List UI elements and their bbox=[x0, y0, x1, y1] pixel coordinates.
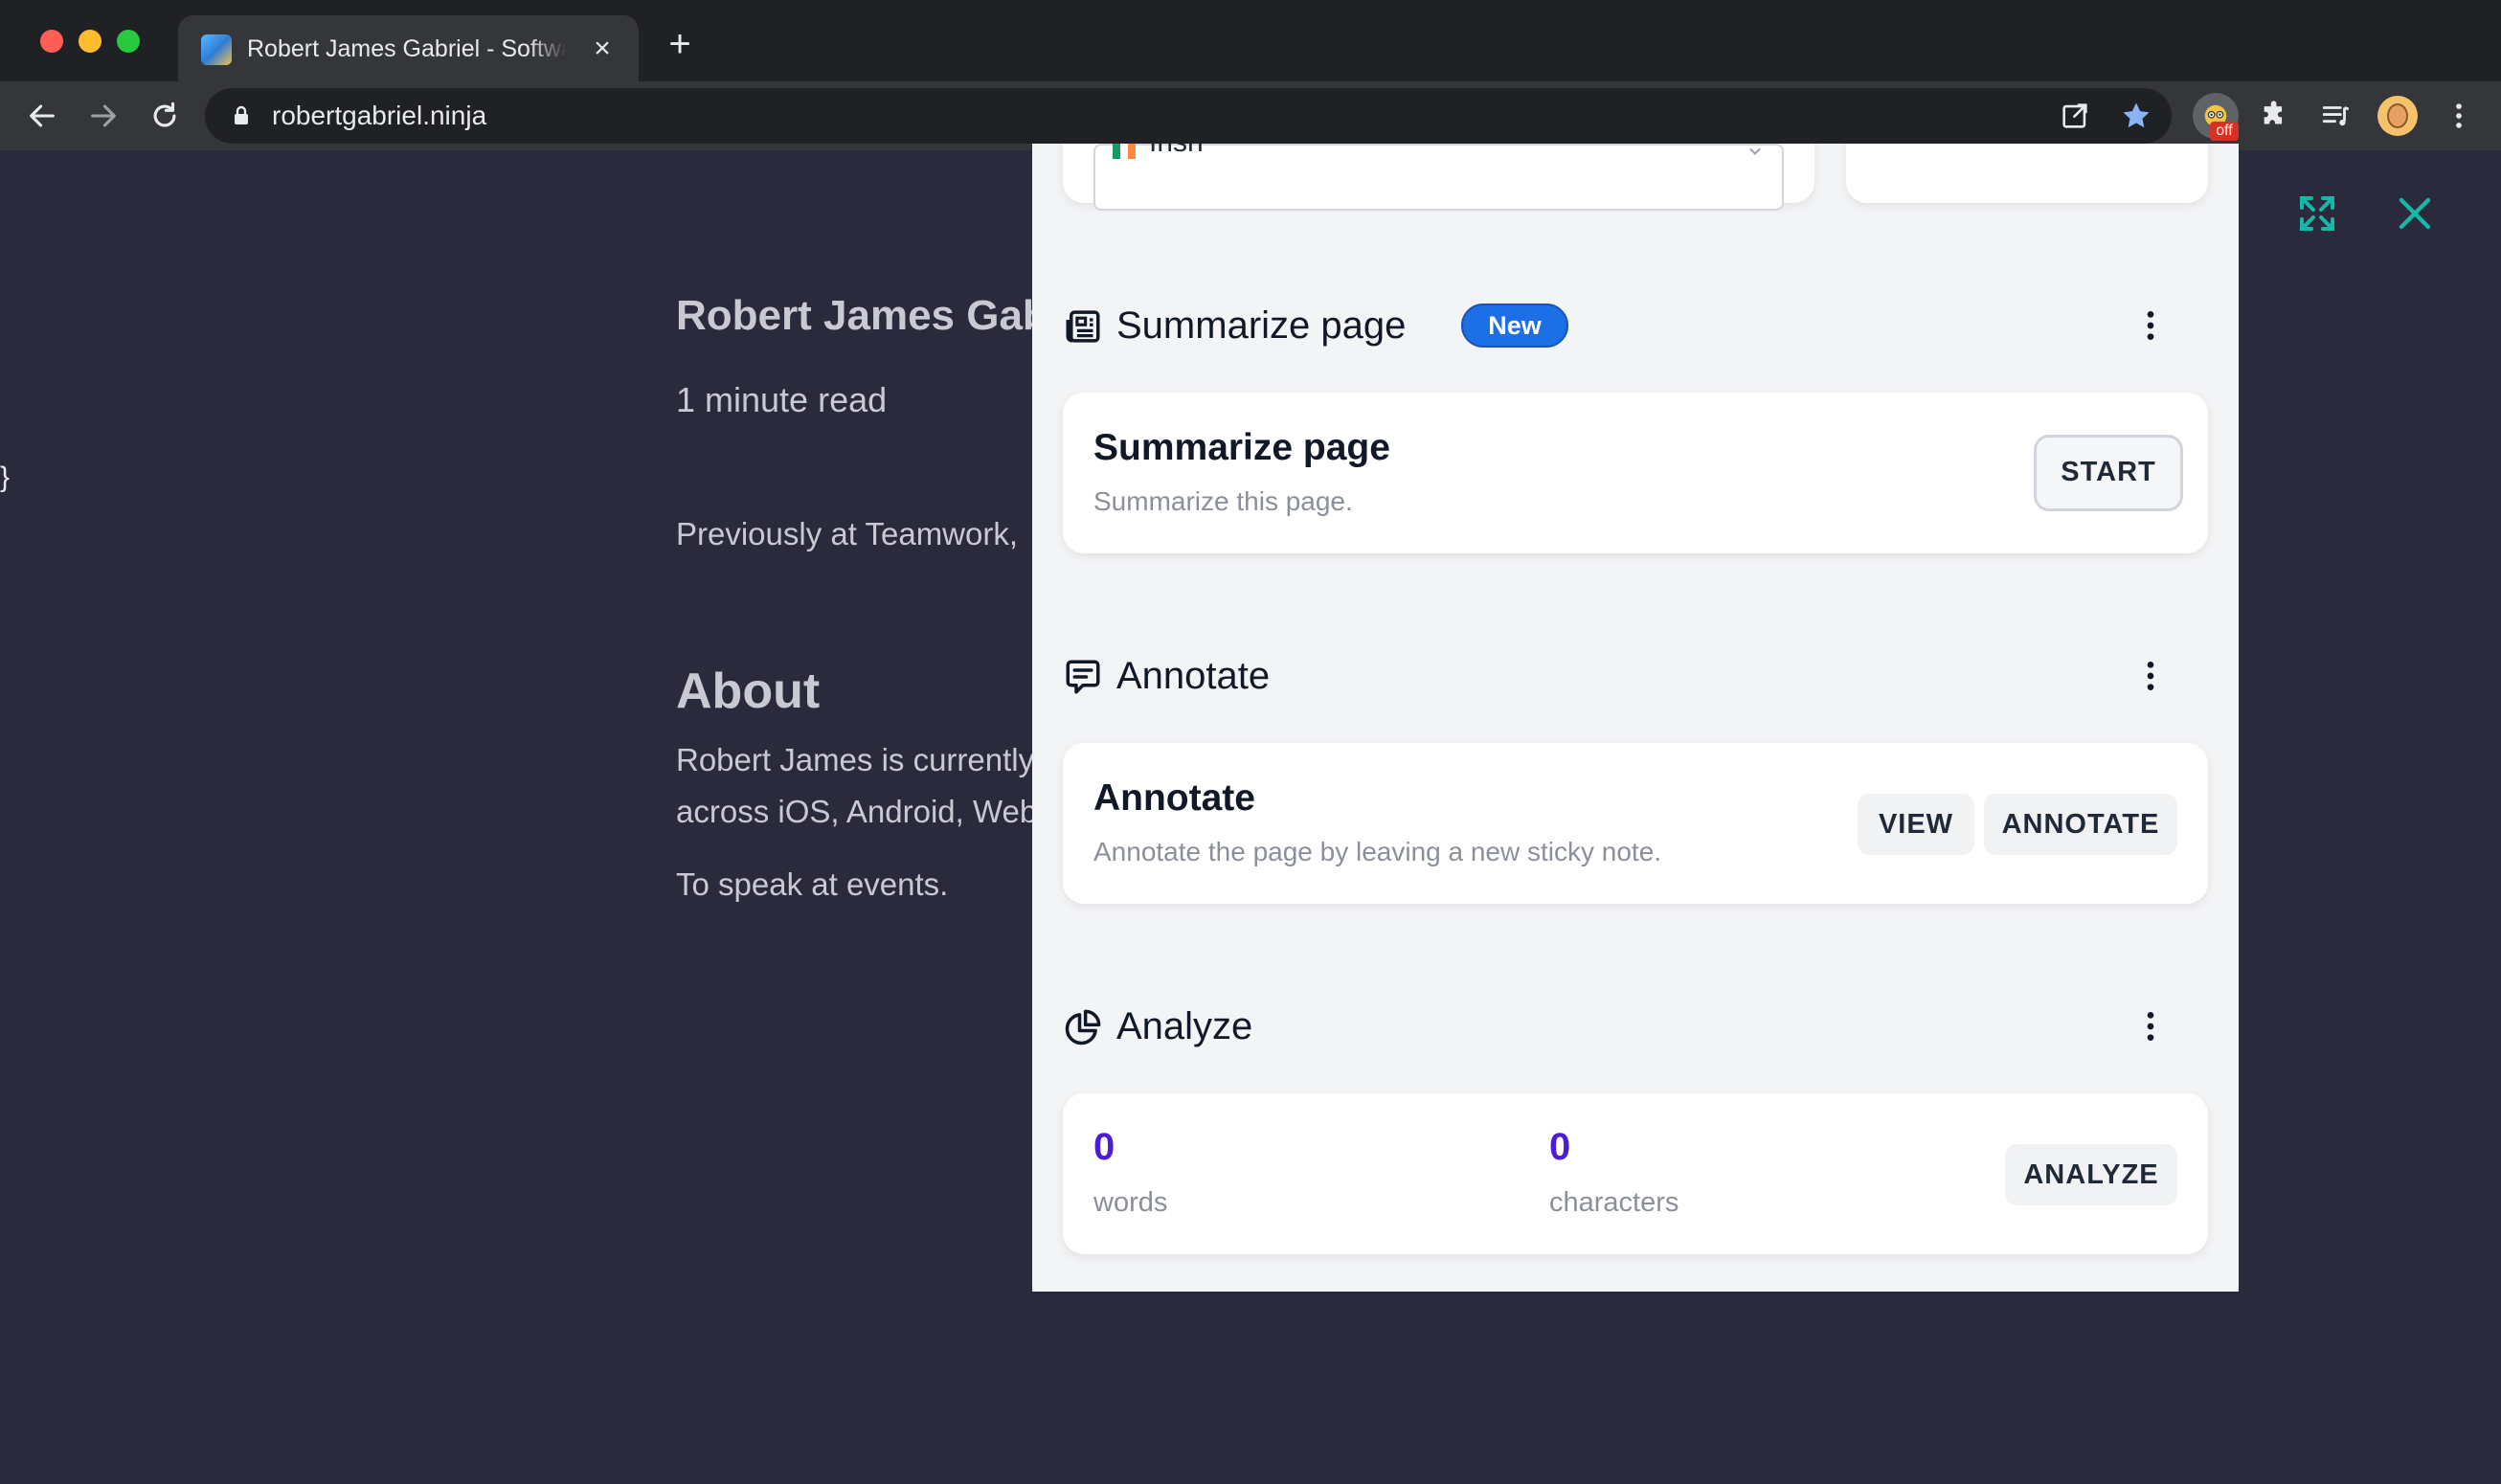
reload-icon bbox=[153, 101, 176, 127]
annotate-section-title: Annotate bbox=[1116, 655, 1271, 697]
annotate-card-subtitle: Annotate the page by leaving a new stick… bbox=[1093, 837, 1662, 866]
tab-close-icon[interactable]: × bbox=[584, 31, 620, 67]
window-close-button[interactable] bbox=[40, 30, 63, 53]
media-queue-icon bbox=[2322, 106, 2350, 126]
site-favicon-icon bbox=[201, 34, 232, 65]
star-icon[interactable] bbox=[2120, 100, 2152, 132]
about-text-line: Robert James is currently bbox=[676, 742, 1032, 777]
about-heading: About bbox=[676, 663, 821, 719]
browser-tab[interactable]: Robert James Gabriel - Software Engineer… bbox=[178, 15, 639, 81]
tab-title: Robert James Gabriel - Software Engineer bbox=[247, 35, 567, 62]
side-card bbox=[1846, 144, 2208, 203]
summarize-section-title: Summarize page bbox=[1116, 304, 1407, 347]
extension-badge: off bbox=[2210, 122, 2239, 141]
annotate-button[interactable]: ANNOTATE bbox=[1984, 794, 2177, 855]
browser-toolbar: robertgabriel.ninja off bbox=[0, 81, 2501, 150]
annotate-section-header: Annotate bbox=[1063, 645, 2208, 703]
comment-icon bbox=[1066, 660, 1100, 694]
new-tab-button[interactable]: + bbox=[661, 25, 699, 63]
pie-chart-icon bbox=[1065, 1009, 1101, 1046]
summarize-card: Summarize page Summarize this page. STAR… bbox=[1063, 393, 2208, 553]
previously-text: Previously at Teamwork, bbox=[676, 516, 1019, 551]
media-control-button[interactable] bbox=[2315, 95, 2357, 137]
reload-button[interactable] bbox=[144, 95, 186, 137]
browser-titlebar: Robert James Gabriel - Software Engineer… bbox=[0, 0, 2501, 81]
read-time: 1 minute read bbox=[676, 380, 888, 419]
annotate-card-title: Annotate bbox=[1093, 777, 1255, 819]
summarize-section-header: Summarize page New bbox=[1063, 295, 2208, 352]
newspaper-icon bbox=[1066, 310, 1100, 343]
new-badge: New bbox=[1461, 304, 1568, 348]
annotate-card: Annotate Annotate the page by leaving a … bbox=[1063, 743, 2208, 904]
puzzle-icon bbox=[2264, 101, 2283, 124]
analyze-button[interactable]: ANALYZE bbox=[2005, 1144, 2177, 1205]
window-zoom-button[interactable] bbox=[117, 30, 140, 53]
irish-flag-icon bbox=[1113, 144, 1136, 159]
forward-button[interactable] bbox=[82, 95, 124, 137]
language-value: Irish bbox=[1149, 144, 1204, 159]
words-label: words bbox=[1093, 1187, 1168, 1218]
site-title[interactable]: Robert James Gabriel - Software Engineer bbox=[676, 292, 1032, 340]
view-button[interactable]: VIEW bbox=[1858, 794, 1974, 855]
expand-icon[interactable] bbox=[2294, 191, 2340, 236]
words-count: 0 bbox=[1093, 1126, 1115, 1168]
analyze-menu-icon[interactable] bbox=[2131, 1005, 2170, 1047]
avatar bbox=[2377, 96, 2418, 136]
chevron-down-icon bbox=[1749, 147, 1761, 155]
extensions-button[interactable] bbox=[2254, 95, 2296, 137]
annotate-menu-icon[interactable] bbox=[2131, 655, 2170, 697]
about-text-line: across iOS, Android, Web bbox=[676, 794, 1032, 829]
characters-count: 0 bbox=[1549, 1126, 1571, 1168]
url-text: robertgabriel.ninja bbox=[272, 101, 487, 130]
profile-button[interactable] bbox=[2377, 95, 2419, 137]
address-bar[interactable]: robertgabriel.ninja bbox=[205, 88, 2172, 144]
arrow-left-icon bbox=[30, 104, 55, 127]
analyze-card: 0 words 0 characters ANALYZE bbox=[1063, 1093, 2208, 1254]
back-button[interactable] bbox=[21, 95, 63, 137]
about-text-line: To speak at events. bbox=[676, 866, 949, 902]
analyze-section-header: Analyze bbox=[1063, 996, 2208, 1053]
kebab-icon bbox=[2456, 103, 2462, 128]
language-card: Irish bbox=[1063, 144, 1814, 211]
open-external-icon[interactable] bbox=[2059, 100, 2091, 132]
stray-brace-text: } bbox=[0, 461, 11, 493]
analyze-section-title: Analyze bbox=[1116, 1005, 1253, 1047]
window-minimize-button[interactable] bbox=[79, 30, 101, 53]
language-select[interactable]: Irish bbox=[1093, 144, 1784, 211]
arrow-right-icon bbox=[91, 104, 116, 127]
close-icon[interactable] bbox=[2392, 191, 2438, 236]
characters-label: characters bbox=[1549, 1187, 1679, 1218]
summarize-card-subtitle: Summarize this page. bbox=[1093, 486, 1353, 516]
start-button[interactable]: START bbox=[2034, 435, 2183, 511]
summarize-menu-icon[interactable] bbox=[2131, 304, 2170, 347]
lock-icon bbox=[235, 105, 248, 124]
extension-panel: Irish Summarize page New Summarize page … bbox=[1032, 144, 2239, 1292]
browser-menu-button[interactable] bbox=[2438, 95, 2480, 137]
summarize-card-title: Summarize page bbox=[1093, 427, 1390, 468]
